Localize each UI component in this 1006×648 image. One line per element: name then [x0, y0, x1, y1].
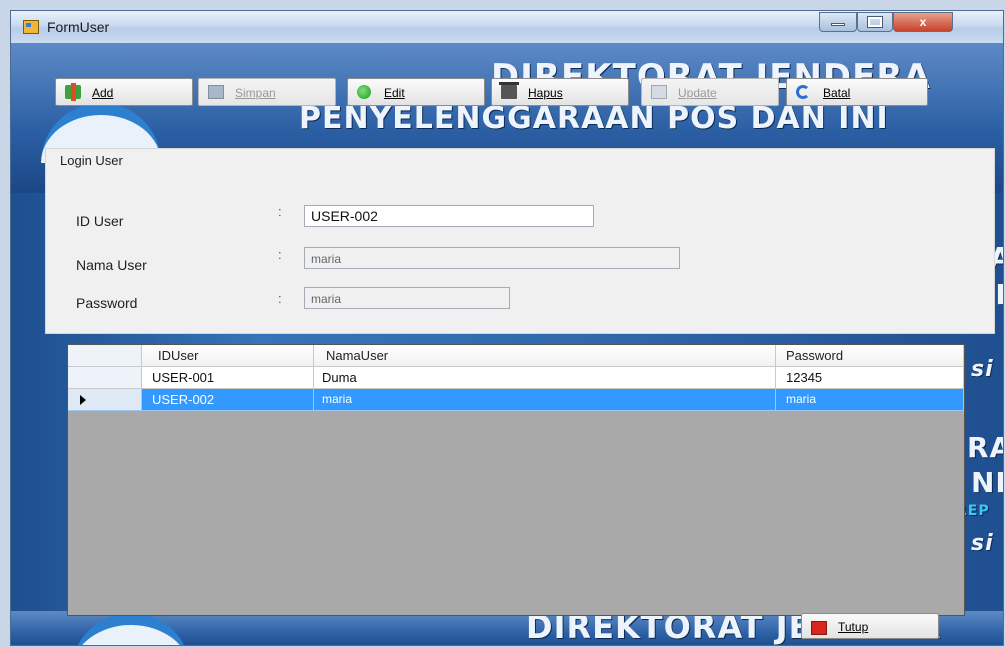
nama-user-label: Nama User	[76, 257, 147, 273]
cell-password[interactable]: maria	[776, 389, 964, 411]
cell-namauser[interactable]: maria	[314, 389, 776, 411]
app-icon	[23, 20, 39, 34]
edit-icon	[357, 85, 371, 99]
user-data-grid[interactable]: IDUser NamaUser Password USER-001 Duma 1…	[67, 344, 965, 616]
add-button[interactable]: Add	[55, 78, 193, 106]
window-title: FormUser	[47, 19, 110, 35]
cancel-button[interactable]: Batal	[786, 78, 928, 106]
banner-line-2: PENYELENGGARAAN POS DAN INI	[299, 101, 889, 136]
cell-iduser[interactable]: USER-001	[142, 367, 314, 389]
id-user-colon: :	[278, 204, 282, 219]
column-header-password[interactable]: Password	[776, 345, 964, 367]
groupbox-title: Login User	[60, 153, 123, 168]
banner-side-ra-2: RA	[967, 431, 1003, 464]
save-icon	[208, 85, 224, 99]
title-bar[interactable]: FormUser x	[11, 11, 1003, 43]
maximize-button[interactable]	[857, 12, 893, 32]
save-button[interactable]: Simpan	[198, 78, 336, 106]
cell-namauser[interactable]: Duma	[314, 367, 776, 389]
minimize-button[interactable]	[819, 12, 857, 32]
banner-side-ni-2: NI	[971, 466, 1003, 499]
nama-user-input[interactable]: maria	[304, 247, 680, 269]
id-user-input[interactable]: USER-002	[304, 205, 594, 227]
tutup-button[interactable]: Tutup	[801, 613, 939, 639]
update-button[interactable]: Update	[641, 78, 779, 106]
password-label: Password	[76, 295, 138, 311]
table-row-selected[interactable]: USER-002 maria maria	[68, 389, 964, 411]
banner-side-si-2: si	[971, 357, 994, 382]
nama-user-colon: :	[278, 247, 282, 262]
banner-side-si-3: si	[971, 531, 994, 556]
column-header-iduser[interactable]: IDUser	[142, 345, 314, 367]
trash-icon	[499, 82, 519, 99]
password-colon: :	[278, 291, 282, 306]
update-icon	[651, 85, 667, 99]
row-header[interactable]	[68, 389, 142, 411]
row-header[interactable]	[68, 367, 142, 389]
close-icon: x	[919, 15, 927, 29]
cell-password[interactable]: 12345	[776, 367, 964, 389]
undo-icon	[796, 85, 810, 99]
current-row-arrow-icon	[80, 395, 86, 405]
password-input[interactable]: maria	[304, 287, 510, 309]
table-row[interactable]: USER-001 Duma 12345	[68, 367, 964, 389]
form-user-window: FormUser x DIREKTORAT JENDERA PENYELENGG…	[10, 10, 1004, 646]
delete-button[interactable]: Hapus	[491, 78, 629, 106]
login-user-groupbox: Login User ID User : USER-002 Nama User …	[45, 148, 995, 334]
row-header-corner	[68, 345, 142, 367]
grid-header-row: IDUser NamaUser Password	[68, 345, 964, 367]
column-header-namauser[interactable]: NamaUser	[314, 345, 776, 367]
minimize-icon	[831, 23, 845, 26]
close-form-icon	[811, 621, 827, 635]
cell-iduser[interactable]: USER-002	[142, 389, 314, 411]
add-icon	[65, 83, 81, 101]
close-window-button[interactable]: x	[893, 12, 953, 32]
edit-button[interactable]: Edit	[347, 78, 485, 106]
id-user-label: ID User	[76, 213, 124, 229]
maximize-icon	[867, 16, 883, 28]
